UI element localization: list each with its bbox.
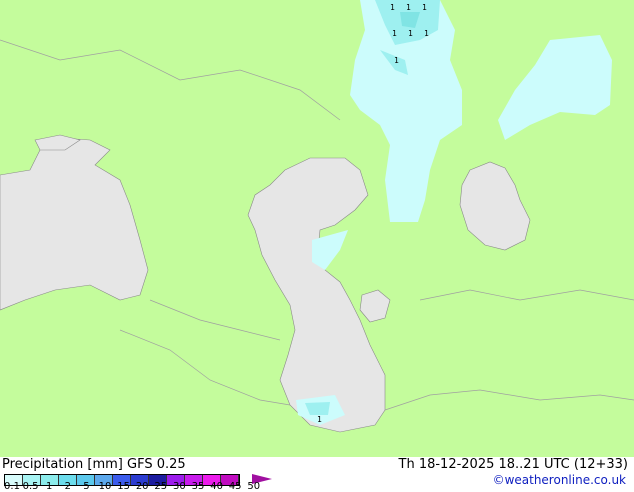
- svg-text:1: 1: [317, 415, 322, 424]
- precipitation-map: 1 1 1 1 1 1 1 1: [0, 0, 634, 457]
- scale-label: 50: [247, 481, 261, 492]
- svg-text:1: 1: [408, 29, 413, 38]
- scale-label: 35: [191, 481, 205, 492]
- scale-label: 30: [173, 481, 186, 492]
- svg-text:1: 1: [422, 3, 427, 12]
- valid-time: Th 18-12-2025 18..21 UTC (12+33): [398, 457, 629, 472]
- legend: Precipitation [mm] GFS 0.25 Th 18-12-202…: [0, 457, 634, 492]
- svg-text:1: 1: [392, 29, 397, 38]
- scale-label: 20: [135, 481, 149, 492]
- svg-text:1: 1: [406, 3, 411, 12]
- scale-label: 5: [83, 481, 90, 492]
- svg-text:1: 1: [394, 56, 399, 65]
- scale-label: 1: [46, 481, 53, 492]
- scale-label: 45: [228, 481, 242, 492]
- scale-label: 15: [117, 481, 130, 492]
- svg-text:1: 1: [424, 29, 429, 38]
- scale-label: 0.5: [22, 481, 39, 492]
- svg-text:1: 1: [390, 3, 395, 12]
- scale-label: 2: [64, 481, 71, 492]
- map-title: Precipitation [mm] GFS 0.25: [2, 457, 186, 472]
- scale-label: 0.1: [4, 481, 20, 492]
- scale-label: 10: [98, 481, 112, 492]
- credit-link[interactable]: ©weatheronline.co.uk: [493, 473, 626, 487]
- scale-label: 25: [154, 481, 168, 492]
- scale-label: 40: [210, 481, 223, 492]
